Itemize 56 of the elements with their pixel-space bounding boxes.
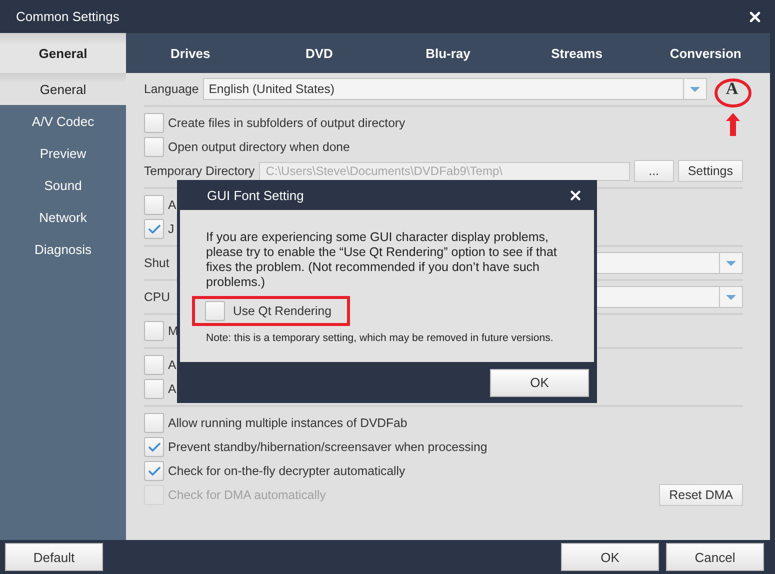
tab[interactable]: DVD (254, 33, 384, 73)
sidebar-item[interactable]: Preview (0, 137, 126, 169)
field-label: Language (144, 82, 199, 96)
checkbox[interactable] (205, 301, 225, 321)
window-title: Common Settings (16, 9, 120, 24)
checkbox-label: M (168, 324, 178, 338)
circle-annotation (714, 78, 752, 108)
footer-button[interactable]: OK (561, 543, 659, 571)
checkbox-label: Check for DMA automatically (168, 488, 326, 502)
field-label: Shut (144, 256, 170, 270)
field-label: CPU (144, 290, 170, 304)
checkbox[interactable] (144, 195, 164, 215)
dialog-note: Note: this is a temporary setting, which may be removed in future versions. (206, 332, 554, 344)
checkbox[interactable] (144, 437, 164, 457)
close-icon[interactable] (568, 188, 583, 202)
checkbox-label: Use Qt Rendering (233, 304, 332, 318)
checkbox[interactable] (144, 137, 164, 157)
sidebar-item[interactable]: General (0, 73, 126, 105)
checkbox[interactable] (144, 379, 164, 399)
checkbox-label: A (168, 382, 176, 396)
checkbox[interactable] (144, 219, 164, 239)
footer-button[interactable]: Cancel (666, 543, 764, 571)
checkbox[interactable] (144, 321, 164, 341)
ok-button[interactable]: OK (490, 368, 589, 396)
checkbox-label: Open output directory when done (168, 140, 350, 154)
checkbox-label: Prevent standby/hibernation/screensaver when processing (168, 440, 488, 454)
field-label: Temporary Directory (144, 164, 255, 178)
sidebar-item[interactable]: Diagnosis (0, 233, 126, 265)
dropdown[interactable] (596, 252, 743, 274)
directory-button[interactable]: Settings (678, 160, 743, 182)
checkbox[interactable] (144, 413, 164, 433)
sidebar-item[interactable]: A/V Codec (0, 105, 126, 137)
font-button[interactable]: A (721, 79, 743, 99)
tab[interactable]: Conversion (641, 33, 770, 73)
sidebar-item[interactable]: Sound (0, 169, 126, 201)
tab[interactable]: General (0, 33, 126, 73)
tab[interactable]: Streams (512, 33, 642, 73)
tab[interactable]: Blu-ray (384, 33, 512, 73)
directory-button[interactable]: ... (634, 160, 674, 182)
dropdown[interactable]: English (United States) (202, 78, 707, 100)
dialog-title: GUI Font Setting (207, 188, 304, 202)
checkbox-label: Allow running multiple instances of DVDFab (168, 416, 408, 430)
dropdown[interactable] (596, 286, 743, 308)
dialog-message: If you are experiencing some GUI character display problems, please try to enable the “Use Qt Rendering” option to see if that fixes the problem. (Not recommended if you don’t have such problems.) (206, 230, 558, 290)
checkbox[interactable] (144, 113, 164, 133)
arrow-icon (726, 113, 740, 136)
sidebar-item[interactable]: Network (0, 201, 126, 233)
checkbox-label: A (168, 358, 176, 372)
checkbox[interactable] (144, 355, 164, 375)
checkbox-label: Check for on-the-fly decrypter automatically (168, 464, 406, 478)
checkbox-label: Create files in subfolders of output directory (168, 116, 406, 130)
checkbox-label: J (168, 222, 174, 236)
checkbox-label: A (168, 198, 176, 212)
default-button[interactable]: Default (5, 543, 103, 571)
tab[interactable]: Drives (126, 33, 255, 73)
checkbox[interactable] (144, 461, 164, 481)
